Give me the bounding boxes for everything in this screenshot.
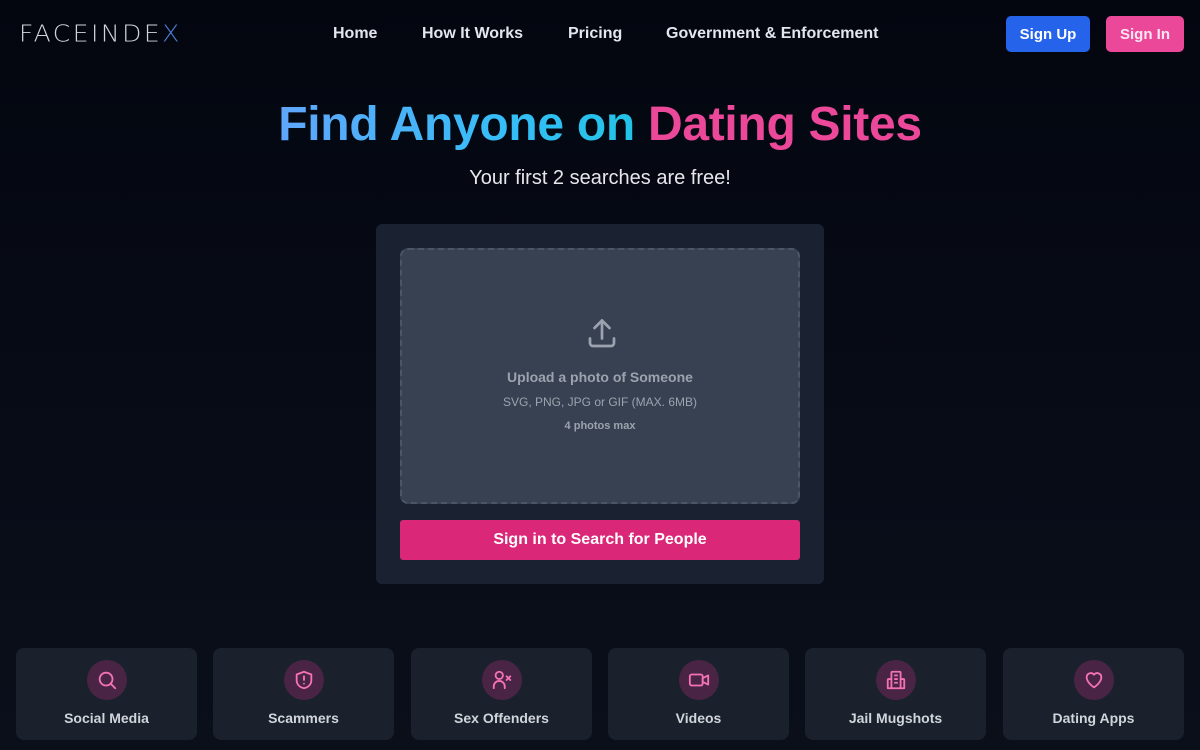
sign-up-button[interactable]: Sign Up xyxy=(1006,16,1090,52)
search-icon xyxy=(86,660,127,700)
upload-panel: Upload a photo of Someone SVG, PNG, JPG … xyxy=(376,224,824,584)
sign-in-to-search-button[interactable]: Sign in to Search for People xyxy=(400,520,800,560)
hero-title-highlight-blue: Find Anyone on xyxy=(278,98,635,151)
hero-title-highlight-pink: Dating Sites xyxy=(647,98,922,151)
category-label: Social Media xyxy=(64,710,149,726)
hero-title: Find Anyone on Dating Sites xyxy=(0,96,1200,154)
nav-pricing[interactable]: Pricing xyxy=(568,24,622,44)
shield-alert-icon xyxy=(283,660,324,700)
category-scammers[interactable]: Scammers xyxy=(213,648,394,740)
nav-government-enforcement[interactable]: Government & Enforcement xyxy=(666,24,878,44)
category-sex-offenders[interactable]: Sex Offenders xyxy=(411,648,592,740)
nav-home[interactable]: Home xyxy=(333,24,377,44)
category-label: Jail Mugshots xyxy=(848,710,943,726)
upload-icon xyxy=(588,319,616,348)
category-label: Scammers xyxy=(268,710,339,726)
logo-text: FACEINDE xyxy=(19,20,163,47)
site-header: FACEINDEX Home How It Works Pricing Gove… xyxy=(0,0,1200,68)
category-label: Sex Offenders xyxy=(454,710,549,726)
nav-how-it-works[interactable]: How It Works xyxy=(422,24,523,44)
photo-dropzone[interactable]: Upload a photo of Someone SVG, PNG, JPG … xyxy=(400,248,800,504)
logo[interactable]: FACEINDEX xyxy=(19,21,182,47)
sign-in-button[interactable]: Sign In xyxy=(1106,16,1184,52)
upload-formats: SVG, PNG, JPG or GIF (MAX. 6MB) xyxy=(502,395,698,409)
video-icon xyxy=(678,660,719,700)
logo-accent: X xyxy=(162,20,182,47)
category-dating-apps[interactable]: Dating Apps xyxy=(1003,648,1184,740)
hero-subtitle: Your first 2 searches are free! xyxy=(469,167,731,189)
user-x-icon xyxy=(481,660,522,700)
category-label: Dating Apps xyxy=(1052,710,1135,726)
upload-max-photos: 4 photos max xyxy=(564,420,636,432)
building-icon xyxy=(875,660,916,700)
category-jail-mugshots[interactable]: Jail Mugshots xyxy=(805,648,986,740)
category-social-media[interactable]: Social Media xyxy=(16,648,197,740)
heart-icon xyxy=(1073,660,1114,700)
upload-title: Upload a photo of Someone xyxy=(507,369,693,385)
category-label: Videos xyxy=(675,710,722,726)
category-videos[interactable]: Videos xyxy=(608,648,789,740)
